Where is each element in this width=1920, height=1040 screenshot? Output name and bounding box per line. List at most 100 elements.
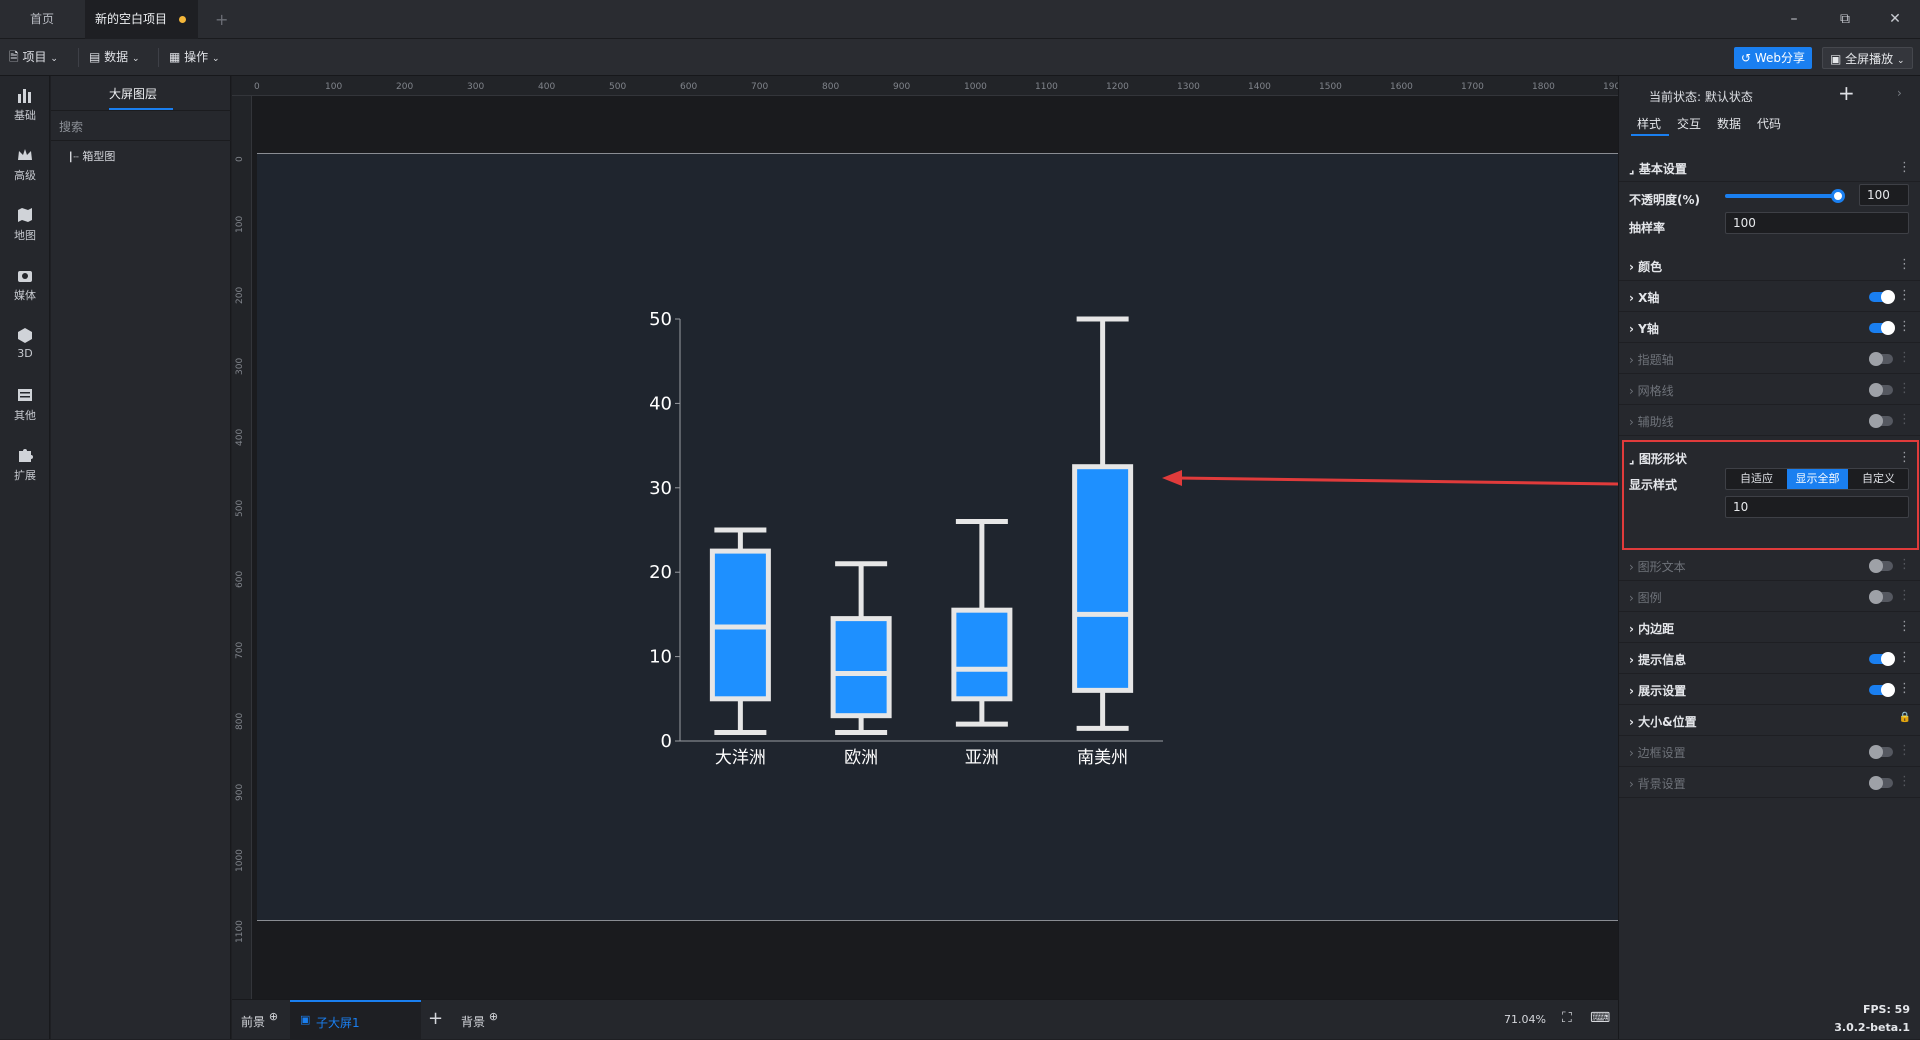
tab-project[interactable]: 新的空白项目 — [85, 0, 198, 39]
more-icon[interactable]: ⋮ — [1898, 681, 1911, 696]
tab-data[interactable]: 数据 — [1717, 115, 1741, 132]
chevron-right-icon[interactable]: › — [1897, 86, 1902, 100]
more-icon[interactable]: ⋮ — [1898, 412, 1911, 427]
more-icon[interactable]: ⋮ — [1898, 381, 1911, 396]
section-toggle[interactable] — [1869, 352, 1893, 366]
more-icon[interactable]: ⋮ — [1898, 557, 1911, 572]
tab-screen-layers[interactable]: 大屏图层 — [109, 85, 157, 102]
more-icon[interactable]: ⋮ — [1898, 160, 1911, 175]
web-share-button[interactable]: ↺ Web分享 — [1734, 47, 1813, 69]
shape-section-header[interactable]: ⌟ 图形形状 ⋮ — [1619, 443, 1920, 471]
basic-settings-header[interactable]: ⌟ 基本设置 ⋮ — [1619, 153, 1920, 182]
restore-icon[interactable]: ⧉ — [1822, 0, 1868, 39]
section-row[interactable]: › 指题轴 ⋮ — [1619, 343, 1920, 374]
tab-home[interactable]: 首页 — [20, 0, 64, 39]
category-basic[interactable]: 基础 — [0, 86, 50, 123]
option-show-all[interactable]: 显示全部 — [1787, 469, 1848, 489]
add-circle-icon[interactable]: ⊕ — [489, 1010, 498, 1023]
section-row[interactable]: › 图例 ⋮ — [1619, 581, 1920, 612]
keyboard-icon[interactable]: ⌨ — [1590, 1010, 1610, 1026]
more-icon[interactable]: ⋮ — [1898, 450, 1911, 465]
canvas-area[interactable]: 0 100 200 300 400 500 600 700 800 900 1000 1100 1200… — [232, 76, 1618, 999]
more-icon[interactable]: ⋮ — [1898, 650, 1911, 665]
layer-search-input[interactable]: 搜索 — [59, 118, 83, 135]
add-screen-button[interactable]: + — [428, 1008, 443, 1029]
ruler-tick-label: 300 — [235, 357, 245, 375]
zoom-level[interactable]: 71.04% — [1504, 1013, 1546, 1026]
add-circle-icon[interactable]: ⊕ — [269, 1010, 278, 1023]
chevron-down-icon: ⌄ — [50, 54, 58, 64]
more-icon[interactable]: ⋮ — [1898, 588, 1911, 603]
tab-code[interactable]: 代码 — [1757, 115, 1781, 132]
section-row[interactable]: › 颜色 ⋮ — [1619, 250, 1920, 281]
opacity-slider-handle[interactable] — [1831, 189, 1845, 203]
category-extension[interactable]: 扩展 — [0, 446, 50, 483]
lock-icon[interactable]: 🔒 — [1899, 712, 1911, 723]
background-tab[interactable]: 背景 ⊕ — [461, 1010, 498, 1030]
subscreen-label: 子大屏1 — [316, 1016, 360, 1030]
data-menu[interactable]: ▤ 数据 ⌄ — [89, 39, 140, 76]
section-toggle[interactable] — [1869, 683, 1895, 697]
minimize-icon[interactable]: – — [1771, 0, 1817, 39]
section-toggle[interactable] — [1869, 590, 1893, 604]
add-tab-button[interactable]: + — [205, 0, 238, 39]
toggle-knob — [1869, 414, 1883, 428]
opacity-slider[interactable] — [1725, 189, 1845, 203]
sampling-input[interactable]: 100 — [1725, 212, 1909, 234]
option-adaptive[interactable]: 自适应 — [1726, 469, 1787, 489]
section-row[interactable]: › 提示信息 ⋮ — [1619, 643, 1920, 674]
section-row[interactable]: › 辅助线 ⋮ — [1619, 405, 1920, 436]
layer-item-label: 箱型图 — [82, 150, 116, 163]
project-menu[interactable]: 🗎 项目 ⌄ — [9, 39, 58, 76]
ruler-tick-label: 1800 — [1532, 82, 1555, 92]
section-row[interactable]: › Y轴 ⋮ — [1619, 312, 1920, 343]
tab-style[interactable]: 样式 — [1637, 115, 1661, 132]
section-toggle[interactable] — [1869, 652, 1895, 666]
category-other[interactable]: 其他 — [0, 386, 50, 423]
section-row[interactable]: › 图形文本 ⋮ — [1619, 550, 1920, 581]
chevron-right-icon: › — [1629, 622, 1639, 636]
more-icon[interactable]: ⋮ — [1898, 743, 1911, 758]
option-custom[interactable]: 自定义 — [1848, 469, 1909, 489]
section-row[interactable]: › 网格线 ⋮ — [1619, 374, 1920, 405]
close-icon[interactable]: ✕ — [1872, 0, 1918, 39]
tab-interaction[interactable]: 交互 — [1677, 115, 1701, 132]
section-row[interactable]: › 展示设置 ⋮ — [1619, 674, 1920, 705]
section-toggle[interactable] — [1869, 383, 1893, 397]
fit-screen-icon[interactable]: ⛶ — [1562, 1010, 1572, 1026]
layer-item[interactable]: ┃┄ 箱型图 — [68, 148, 115, 164]
fullscreen-play-button[interactable]: ▣ 全屏播放 ⌄ — [1822, 47, 1913, 69]
more-icon[interactable]: ⋮ — [1898, 619, 1911, 634]
ruler-tick-label: 1100 — [1035, 82, 1058, 92]
category-map[interactable]: 地图 — [0, 206, 50, 243]
more-icon[interactable]: ⋮ — [1898, 319, 1911, 334]
section-toggle[interactable] — [1869, 559, 1893, 573]
section-row[interactable]: › X轴 ⋮ — [1619, 281, 1920, 312]
subscreen-tab[interactable]: ▣ 子大屏1 — [290, 1000, 421, 1040]
chevron-right-icon: › — [1629, 260, 1639, 274]
section-toggle[interactable] — [1869, 776, 1893, 790]
section-row[interactable]: › 背景设置 ⋮ — [1619, 767, 1920, 798]
foreground-tab[interactable]: 前景 ⊕ — [241, 1010, 278, 1030]
category-extension-label: 扩展 — [14, 469, 36, 482]
display-value-input[interactable]: 10 — [1725, 496, 1909, 518]
section-row[interactable]: › 大小&位置 🔒 — [1619, 705, 1920, 736]
category-3d[interactable]: 3D — [0, 326, 50, 360]
opacity-input[interactable]: 100 — [1859, 184, 1909, 206]
section-toggle[interactable] — [1869, 745, 1893, 759]
ruler-tick-label: 1900 — [1603, 82, 1618, 92]
section-toggle[interactable] — [1869, 321, 1895, 335]
category-advanced[interactable]: 高级 — [0, 146, 50, 183]
section-toggle[interactable] — [1869, 414, 1893, 428]
operate-menu[interactable]: ▦ 操作 ⌄ — [169, 39, 220, 76]
more-icon[interactable]: ⋮ — [1898, 350, 1911, 365]
more-icon[interactable]: ⋮ — [1898, 288, 1911, 303]
more-icon[interactable]: ⋮ — [1898, 257, 1911, 272]
section-row[interactable]: › 内边距 ⋮ — [1619, 612, 1920, 643]
chevron-right-icon: › — [1629, 746, 1638, 760]
screen-canvas[interactable]: 0 10 20 30 40 50 大洋洲 欧洲 亚洲 南美州 — [257, 153, 1618, 921]
section-row[interactable]: › 边框设置 ⋮ — [1619, 736, 1920, 767]
section-toggle[interactable] — [1869, 290, 1895, 304]
more-icon[interactable]: ⋮ — [1898, 774, 1911, 789]
category-media[interactable]: 媒体 — [0, 266, 50, 303]
